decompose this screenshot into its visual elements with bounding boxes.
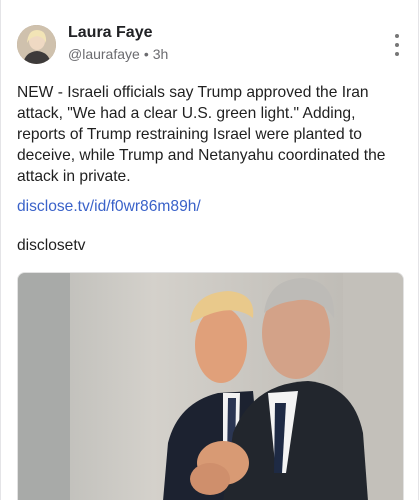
ellipsis-dot [395, 43, 399, 47]
post-text: NEW - Israeli officials say Trump approv… [17, 84, 386, 185]
author-handle[interactable]: @laurafaye [68, 46, 140, 62]
post-time: 3h [152, 46, 169, 62]
meta-separator: • [143, 46, 149, 62]
avatar[interactable] [17, 25, 56, 64]
post-source: disclosetv [17, 237, 86, 254]
post-link[interactable]: disclose.tv/id/f0wr86m89h/ [17, 198, 201, 216]
ellipsis-dot [395, 52, 399, 56]
post-card: Laura Faye @laurafaye • 3h NEW - Israeli o… [0, 0, 419, 500]
post-meta: @laurafaye • 3h [68, 46, 168, 62]
author-name[interactable]: Laura Faye [68, 24, 152, 42]
post-image[interactable] [17, 272, 404, 500]
ellipsis-dot [395, 34, 399, 38]
vertical-ellipsis-icon[interactable] [390, 34, 404, 56]
